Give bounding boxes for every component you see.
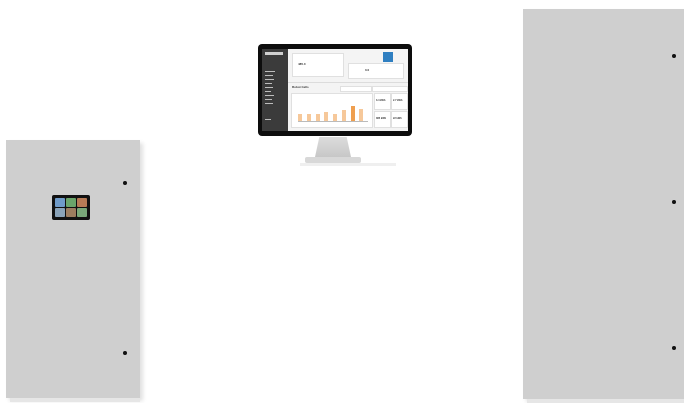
left-cabinet (6, 140, 140, 398)
cabinet-latch-dot (672, 54, 676, 58)
hmi-tile[interactable] (55, 208, 65, 217)
accent-tile[interactable] (383, 52, 393, 62)
left-cabinet-base (10, 398, 140, 402)
cabinet-latch-dot (672, 200, 676, 204)
stat-value: 0.0 (365, 68, 370, 72)
stat-card: 485.0 (292, 53, 344, 77)
dashboard-screen[interactable]: 485.0 0.0 Robot Cells 3.4 kWh 2.7 kWh 385 … (262, 49, 408, 131)
monitor-stand-neck (315, 137, 351, 157)
cabinet-latch-dot (123, 181, 127, 185)
hmi-tile[interactable] (77, 198, 87, 207)
sidebar-item[interactable] (265, 87, 273, 88)
right-cabinet (523, 9, 684, 399)
dashboard-sidebar (262, 49, 288, 131)
sidebar-item[interactable] (265, 103, 273, 104)
sidebar-item[interactable] (265, 95, 274, 96)
stat-card: 0.0 (348, 63, 404, 79)
hmi-tile[interactable] (66, 198, 76, 207)
sidebar-item[interactable] (265, 99, 272, 100)
select-dropdown[interactable] (372, 86, 408, 92)
hmi-panel-screen[interactable] (52, 195, 90, 220)
monitor-stand-shadow (300, 163, 396, 166)
sidebar-item[interactable] (265, 75, 273, 76)
select-dropdown[interactable] (340, 86, 372, 92)
sidebar-logo (265, 52, 283, 55)
kpi-value: 22 kWh (393, 117, 402, 120)
cabinet-latch-dot (672, 346, 676, 350)
kpi-value: 385 kWh (376, 117, 387, 120)
bar-chart (298, 99, 368, 121)
sidebar-item[interactable] (265, 91, 271, 92)
dashboard-main: 485.0 0.0 Robot Cells 3.4 kWh 2.7 kWh 385 … (288, 49, 408, 131)
kpi-value: 2.7 kWh (393, 99, 403, 102)
kpi-tile: 2.7 kWh (391, 93, 408, 110)
kpi-tile: 3.4 kWh (374, 93, 391, 110)
sidebar-item[interactable] (265, 119, 271, 120)
cabinet-latch-dot (123, 351, 127, 355)
kpi-tile: 385 kWh (374, 111, 391, 128)
hmi-tile-grid (55, 198, 87, 217)
chart-axis (298, 120, 368, 121)
bar-chart-card (291, 93, 373, 128)
chart-bar (359, 108, 364, 121)
sidebar-item[interactable] (265, 79, 274, 80)
hmi-tile[interactable] (66, 208, 76, 217)
kpi-tile: 22 kWh (391, 111, 408, 128)
stat-value: 485.0 (298, 62, 306, 66)
section-title: Robot Cells (292, 85, 309, 89)
divider (288, 82, 408, 83)
chart-bar (341, 110, 346, 121)
chart-bar (350, 105, 355, 121)
sidebar-item[interactable] (265, 71, 275, 72)
hmi-tile[interactable] (77, 208, 87, 217)
right-cabinet-base (527, 399, 684, 403)
hmi-tile[interactable] (55, 198, 65, 207)
sidebar-item[interactable] (265, 83, 272, 84)
monitor: 485.0 0.0 Robot Cells 3.4 kWh 2.7 kWh 385 … (258, 44, 412, 136)
kpi-value: 3.4 kWh (376, 99, 386, 102)
